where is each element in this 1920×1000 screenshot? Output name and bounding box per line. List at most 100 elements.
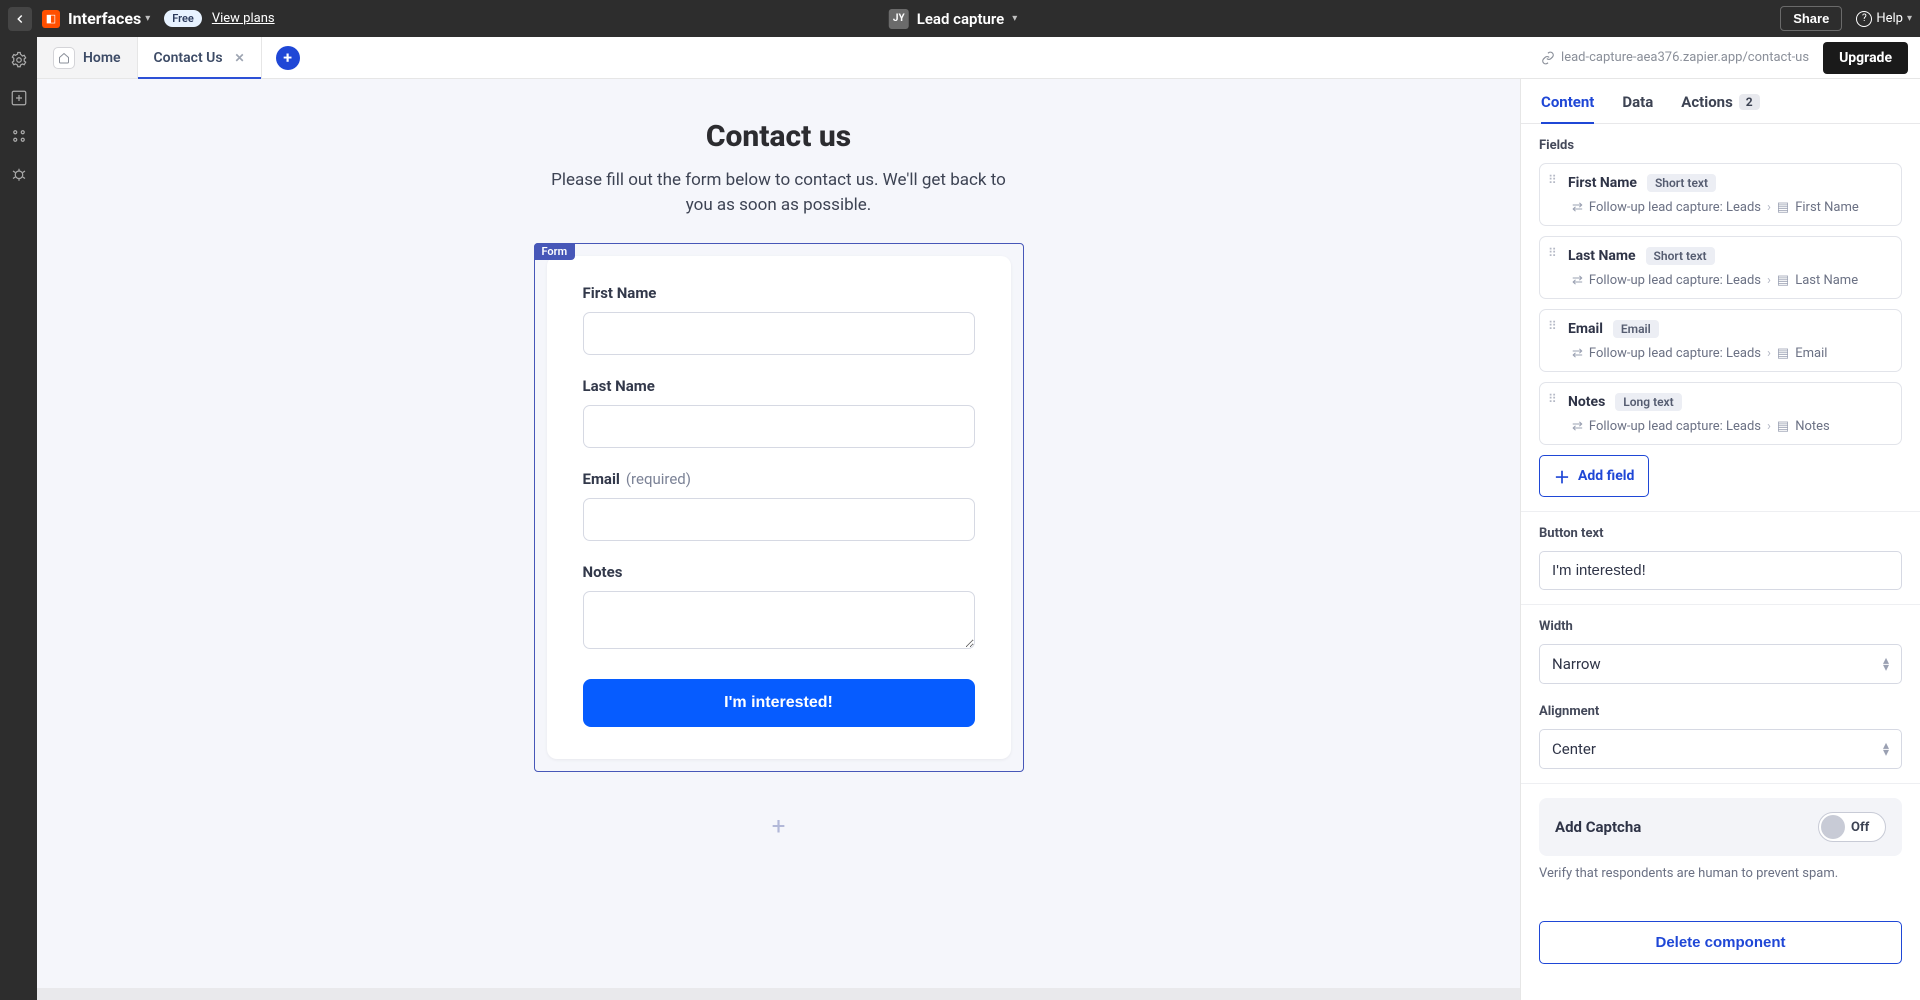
home-icon bbox=[53, 47, 75, 69]
panel-tab-data[interactable]: Data bbox=[1622, 93, 1653, 123]
page-url[interactable]: lead-capture-aea376.zapier.app/contact-u… bbox=[1541, 50, 1809, 65]
field-card-last-name[interactable]: ⠿ Last Name Short text ⇄ Follow-up lead … bbox=[1539, 236, 1902, 299]
canvas-workspace[interactable]: Contact us Please fill out the form belo… bbox=[37, 79, 1520, 1000]
gear-icon[interactable] bbox=[10, 51, 28, 69]
field-last-name-label: Last Name bbox=[583, 377, 655, 395]
drag-handle-icon[interactable]: ⠿ bbox=[1548, 247, 1558, 259]
field-path-a: Follow-up lead capture: Leads bbox=[1589, 419, 1761, 434]
last-name-input[interactable] bbox=[583, 405, 975, 448]
width-select[interactable]: Narrow ▴▾ bbox=[1539, 644, 1902, 684]
alignment-label: Alignment bbox=[1539, 704, 1902, 719]
chevron-right-icon: › bbox=[1767, 200, 1771, 215]
arrow-left-icon bbox=[13, 12, 27, 26]
project-caret-icon[interactable]: ▾ bbox=[1012, 13, 1017, 24]
add-field-button[interactable]: ＋ Add field bbox=[1539, 455, 1649, 497]
view-plans-link[interactable]: View plans bbox=[212, 11, 275, 26]
notes-textarea[interactable] bbox=[583, 591, 975, 649]
plus-square-icon[interactable] bbox=[10, 89, 28, 107]
bug-icon[interactable] bbox=[10, 165, 28, 183]
panel-tab-content[interactable]: Content bbox=[1541, 93, 1594, 123]
field-email-label: Email bbox=[583, 470, 620, 488]
add-block-button[interactable]: + bbox=[765, 812, 793, 840]
user-avatar[interactable]: JY bbox=[889, 9, 909, 29]
project-name: Lead capture bbox=[917, 10, 1004, 28]
help-icon: ? bbox=[1856, 11, 1872, 27]
width-value: Narrow bbox=[1552, 655, 1601, 673]
delete-component-button[interactable]: Delete component bbox=[1539, 921, 1902, 964]
field-first-name-label: First Name bbox=[583, 284, 657, 302]
field-path-a: Follow-up lead capture: Leads bbox=[1589, 273, 1761, 288]
horizontal-scrollbar[interactable] bbox=[37, 988, 1520, 1000]
page-title: Contact us bbox=[706, 119, 851, 154]
drag-handle-icon[interactable]: ⠿ bbox=[1548, 320, 1558, 332]
field-first-name: First Name bbox=[583, 284, 975, 355]
field-path-b: Notes bbox=[1795, 419, 1830, 434]
chevron-right-icon: › bbox=[1767, 419, 1771, 434]
flow-icon: ⇄ bbox=[1572, 273, 1583, 288]
chevron-down-icon: ▾ bbox=[1907, 13, 1912, 24]
fields-section-label: Fields bbox=[1539, 138, 1902, 153]
page-description: Please fill out the form below to contac… bbox=[539, 168, 1019, 217]
section-button-text: Button text bbox=[1521, 512, 1920, 605]
tab-contact-us[interactable]: Contact Us ✕ bbox=[138, 37, 262, 78]
tab-home-label: Home bbox=[83, 50, 121, 66]
field-card-first-name[interactable]: ⠿ First Name Short text ⇄ Follow-up lead… bbox=[1539, 163, 1902, 226]
button-text-input[interactable] bbox=[1539, 551, 1902, 590]
field-card-type: Email bbox=[1613, 320, 1659, 338]
field-path-b: First Name bbox=[1795, 200, 1859, 215]
chevron-right-icon: › bbox=[1767, 273, 1771, 288]
share-button[interactable]: Share bbox=[1780, 6, 1842, 31]
left-rail bbox=[0, 37, 37, 1000]
form-tag-label: Form bbox=[534, 243, 576, 260]
brand-caret-icon[interactable]: ▾ bbox=[145, 13, 150, 24]
button-text-label: Button text bbox=[1539, 526, 1902, 541]
help-menu[interactable]: ? Help ▾ bbox=[1856, 11, 1912, 27]
flow-icon: ⇄ bbox=[1572, 419, 1583, 434]
alignment-value: Center bbox=[1552, 740, 1596, 758]
section-alignment: Alignment Center ▴▾ bbox=[1521, 690, 1920, 784]
field-card-type: Long text bbox=[1615, 393, 1681, 411]
field-notes: Notes bbox=[583, 563, 975, 653]
side-panel: Content Data Actions 2 Fields ⠿ First Na… bbox=[1520, 79, 1920, 1000]
close-tab-icon[interactable]: ✕ bbox=[235, 51, 245, 65]
plus-icon: ＋ bbox=[1554, 464, 1570, 488]
captcha-label: Add Captcha bbox=[1555, 818, 1641, 836]
toggle-state: Off bbox=[1851, 820, 1869, 835]
field-card-email[interactable]: ⠿ Email Email ⇄ Follow-up lead capture: … bbox=[1539, 309, 1902, 372]
actions-count-badge: 2 bbox=[1739, 94, 1760, 110]
add-tab-button[interactable]: + bbox=[276, 46, 300, 70]
field-card-name: Email bbox=[1568, 321, 1603, 337]
field-notes-label: Notes bbox=[583, 563, 623, 581]
form-component-selected[interactable]: Form First Name Last Name Email (require… bbox=[534, 243, 1024, 772]
captcha-helper-text: Verify that respondents are human to pre… bbox=[1539, 866, 1902, 881]
back-button[interactable] bbox=[8, 7, 32, 31]
add-field-label: Add field bbox=[1578, 468, 1634, 484]
brand-name: Interfaces bbox=[68, 9, 141, 28]
app-topbar: ◧ Interfaces ▾ Free View plans JY Lead c… bbox=[0, 0, 1920, 37]
database-icon: ▤ bbox=[1777, 419, 1789, 434]
tab-home[interactable]: Home bbox=[37, 37, 138, 78]
apps-icon[interactable] bbox=[10, 127, 28, 145]
database-icon: ▤ bbox=[1777, 200, 1789, 215]
panel-tab-actions[interactable]: Actions 2 bbox=[1681, 93, 1759, 123]
field-card-notes[interactable]: ⠿ Notes Long text ⇄ Follow-up lead captu… bbox=[1539, 382, 1902, 445]
plan-badge: Free bbox=[164, 10, 202, 27]
required-hint: (required) bbox=[626, 470, 691, 488]
field-email: Email (required) bbox=[583, 470, 975, 541]
database-icon: ▤ bbox=[1777, 346, 1789, 361]
upgrade-button[interactable]: Upgrade bbox=[1823, 42, 1908, 74]
first-name-input[interactable] bbox=[583, 312, 975, 355]
email-input[interactable] bbox=[583, 498, 975, 541]
alignment-select[interactable]: Center ▴▾ bbox=[1539, 729, 1902, 769]
field-card-type: Short text bbox=[1647, 174, 1716, 192]
field-path-b: Last Name bbox=[1795, 273, 1858, 288]
page-url-text: lead-capture-aea376.zapier.app/contact-u… bbox=[1561, 50, 1809, 65]
submit-button[interactable]: I'm interested! bbox=[583, 679, 975, 727]
section-captcha: Add Captcha Off Verify that respondents … bbox=[1521, 784, 1920, 895]
captcha-toggle[interactable]: Off bbox=[1818, 812, 1886, 842]
field-last-name: Last Name bbox=[583, 377, 975, 448]
sub-header: Home Contact Us ✕ + lead-capture-aea376.… bbox=[37, 37, 1920, 79]
drag-handle-icon[interactable]: ⠿ bbox=[1548, 393, 1558, 405]
drag-handle-icon[interactable]: ⠿ bbox=[1548, 174, 1558, 186]
field-card-type: Short text bbox=[1646, 247, 1715, 265]
